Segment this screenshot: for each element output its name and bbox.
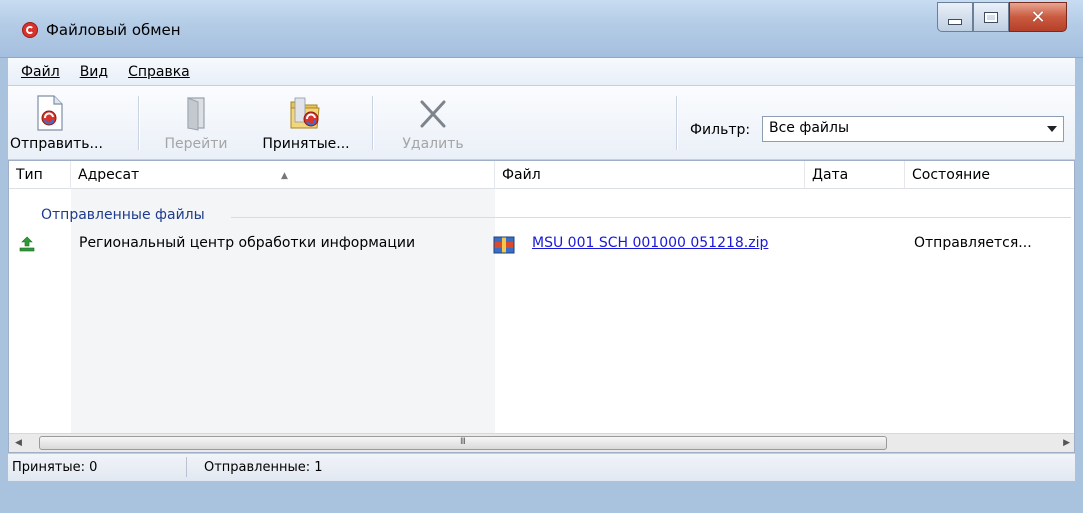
menu-file[interactable]: Файл bbox=[18, 62, 63, 82]
status-received: Принятые: 0 bbox=[12, 460, 98, 475]
scrollbar-thumb[interactable]: III bbox=[39, 436, 887, 450]
chevron-down-icon[interactable] bbox=[1047, 126, 1057, 132]
send-document-icon bbox=[37, 95, 63, 131]
window-title: Файловый обмен bbox=[46, 21, 181, 39]
goto-button[interactable]: Перейти bbox=[158, 92, 234, 154]
status-divider bbox=[186, 457, 187, 477]
window-frame-bottom bbox=[0, 481, 1083, 513]
filter-dropdown[interactable]: Все файлы bbox=[762, 116, 1064, 142]
delete-x-icon bbox=[420, 100, 446, 128]
group-header-sent[interactable]: Отправленные файлы bbox=[41, 207, 205, 223]
menu-help-label: Справка bbox=[128, 63, 190, 80]
filter-value: Все файлы bbox=[769, 120, 850, 136]
toolbar-separator bbox=[138, 96, 140, 150]
close-button[interactable]: ✕ bbox=[1009, 2, 1067, 32]
file-exchange-window: Файловый обмен ✕ Файл Вид Справка Отправ… bbox=[0, 0, 1083, 513]
status-bar: Принятые: 0 Отправленные: 1 bbox=[8, 453, 1075, 481]
goto-label: Перейти bbox=[164, 136, 228, 152]
column-header-state[interactable]: Состояние bbox=[905, 161, 1074, 189]
filter-label: Фильтр: bbox=[690, 122, 751, 138]
upload-icon bbox=[19, 236, 35, 252]
minimize-button[interactable] bbox=[937, 2, 973, 32]
horizontal-scrollbar[interactable]: ◀ III ▶ bbox=[9, 433, 1074, 452]
door-icon bbox=[187, 97, 205, 131]
archive-icon bbox=[493, 236, 515, 254]
send-label: Отправить... bbox=[10, 136, 103, 152]
column-header-recipient[interactable]: Адресат ▲ bbox=[71, 161, 495, 189]
delete-label: Удалить bbox=[402, 136, 464, 152]
maximize-button[interactable] bbox=[973, 2, 1009, 32]
row-file-link[interactable]: MSU 001 SCH 001000 051218.zip bbox=[532, 235, 768, 251]
sorted-column-highlight bbox=[71, 189, 495, 433]
window-frame-left bbox=[0, 58, 8, 481]
received-button[interactable]: Принятые... bbox=[254, 92, 358, 154]
row-recipient: Региональный центр обработки информации bbox=[79, 235, 416, 251]
scroll-right-icon[interactable]: ▶ bbox=[1063, 438, 1070, 448]
status-sent: Отправленные: 1 bbox=[204, 460, 323, 475]
file-list[interactable]: Тип Адресат ▲ Файл Дата Состояние Отправ… bbox=[8, 160, 1075, 453]
received-folder-icon bbox=[290, 97, 320, 129]
toolbar: Отправить... Перейти Принятые... Удалить… bbox=[8, 86, 1075, 160]
column-header-type[interactable]: Тип bbox=[9, 161, 71, 189]
row-state: Отправляется... bbox=[914, 235, 1032, 251]
group-divider bbox=[231, 217, 1071, 218]
maximize-icon bbox=[984, 11, 998, 23]
table-row[interactable]: Региональный центр обработки информации … bbox=[9, 229, 1074, 259]
delete-button[interactable]: Удалить bbox=[388, 92, 478, 154]
window-frame-right bbox=[1075, 58, 1083, 481]
minimize-icon bbox=[948, 19, 962, 25]
menu-bar: Файл Вид Справка bbox=[8, 58, 1075, 86]
window-controls: ✕ bbox=[937, 2, 1067, 42]
menu-view-label: Вид bbox=[79, 63, 109, 80]
column-header-file[interactable]: Файл bbox=[495, 161, 805, 189]
scroll-left-icon[interactable]: ◀ bbox=[15, 438, 22, 448]
close-icon: ✕ bbox=[1030, 6, 1046, 28]
menu-file-label: Файл bbox=[21, 63, 60, 80]
column-header-row: Тип Адресат ▲ Файл Дата Состояние bbox=[9, 161, 1074, 189]
menu-help[interactable]: Справка bbox=[125, 62, 193, 82]
column-header-recipient-label: Адресат bbox=[78, 167, 140, 183]
toolbar-separator bbox=[372, 96, 374, 150]
toolbar-separator bbox=[676, 96, 678, 150]
received-label: Принятые... bbox=[262, 136, 350, 152]
scrollbar-grip: III bbox=[460, 437, 466, 447]
column-header-date[interactable]: Дата bbox=[805, 161, 905, 189]
sort-ascending-icon: ▲ bbox=[281, 171, 288, 181]
app-logo-icon bbox=[22, 22, 38, 38]
menu-view[interactable]: Вид bbox=[77, 62, 111, 82]
send-button[interactable]: Отправить... bbox=[10, 92, 103, 154]
title-bar[interactable]: Файловый обмен ✕ bbox=[0, 0, 1083, 58]
